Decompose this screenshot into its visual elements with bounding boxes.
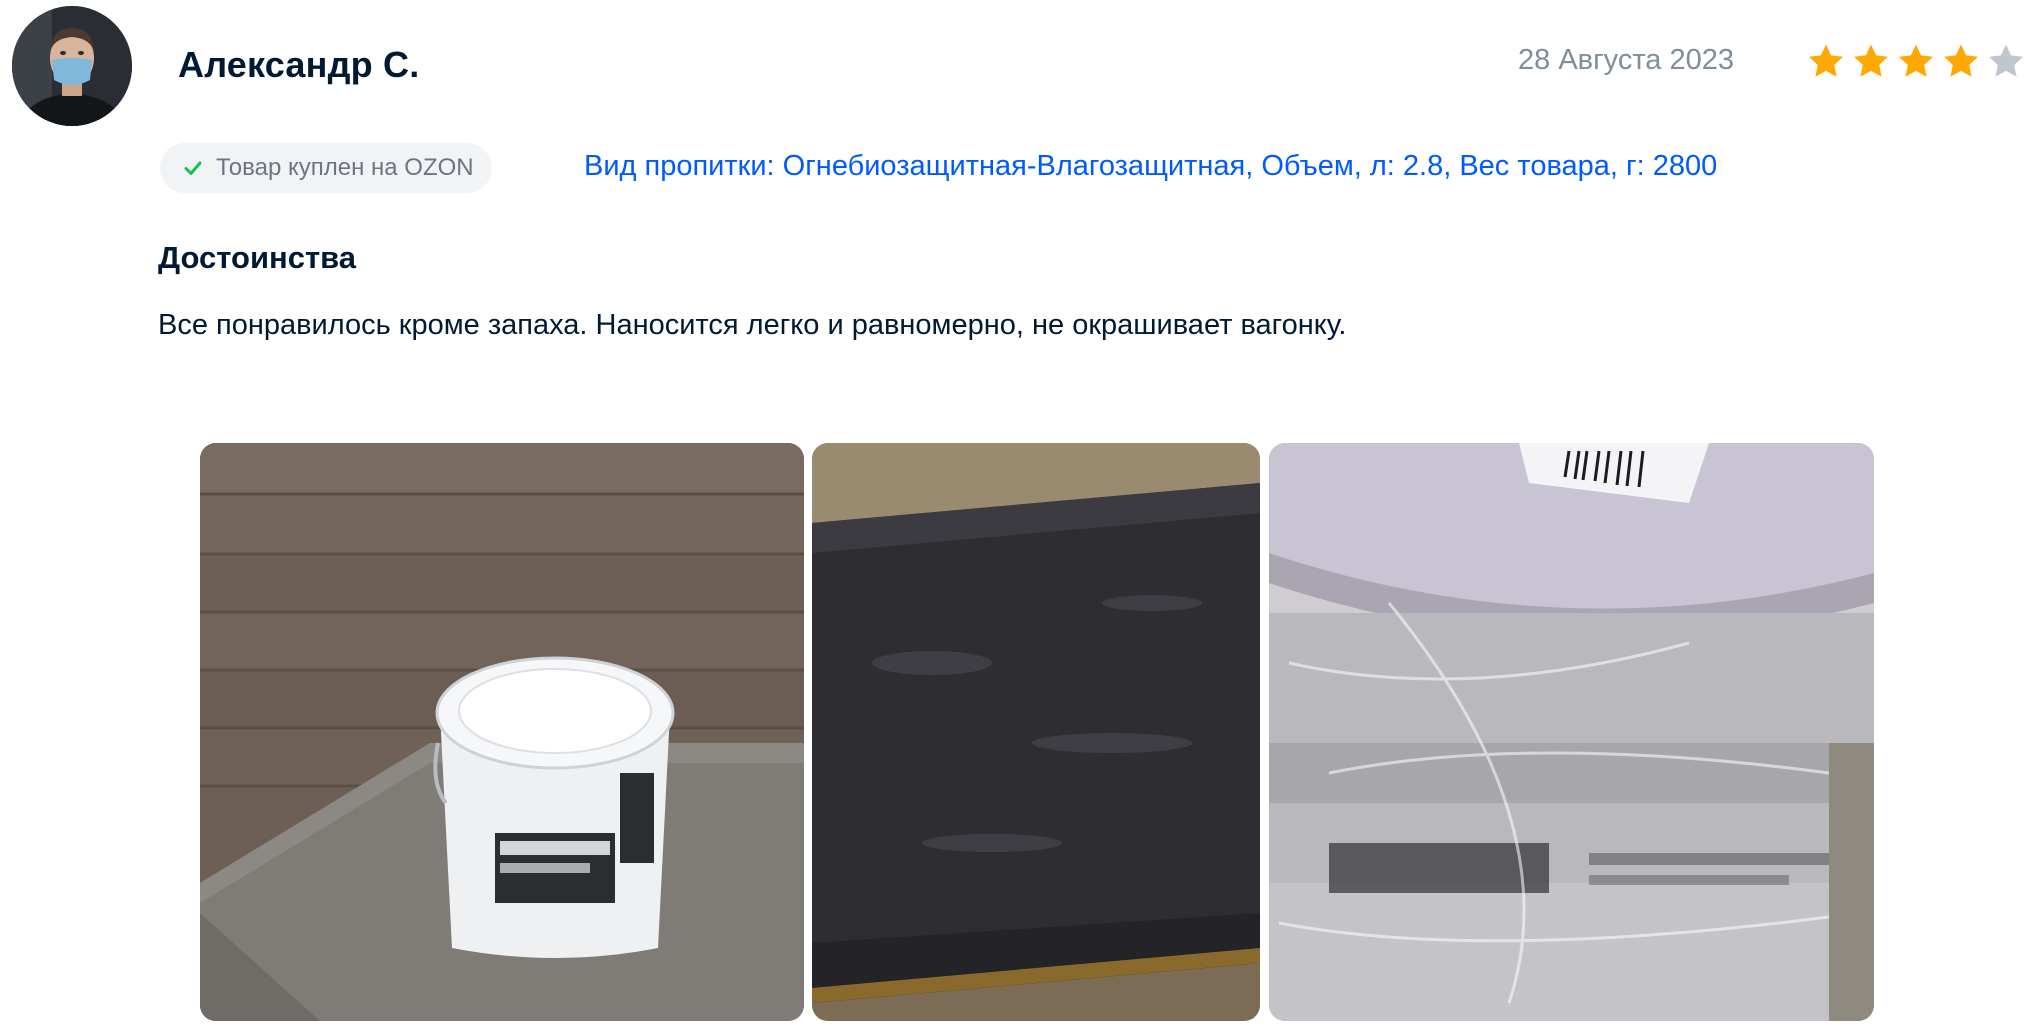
review-photo-2[interactable] bbox=[812, 443, 1260, 1021]
product-variant-link[interactable]: Вид пропитки: Огнебиозащитная-Влагозащит… bbox=[584, 150, 1717, 183]
review-photo-3[interactable] bbox=[1269, 443, 1874, 1021]
pros-title: Достоинства bbox=[158, 240, 357, 275]
user-avatar-image bbox=[12, 6, 132, 126]
star-filled-icon bbox=[1944, 44, 1978, 77]
review-date: 28 Августа 2023 bbox=[1518, 44, 1734, 76]
author-name: Александр С. bbox=[178, 44, 420, 85]
star-filled-icon bbox=[1854, 44, 1888, 77]
verified-purchase-badge: Товар куплен на OZON bbox=[160, 143, 492, 193]
verified-purchase-label: Товар куплен на OZON bbox=[216, 154, 474, 181]
review-photo-1[interactable] bbox=[200, 443, 804, 1021]
star-filled-icon bbox=[1899, 44, 1933, 77]
pros-text: Все понравилось кроме запаха. Наносится … bbox=[158, 309, 1347, 341]
star-empty-icon bbox=[1989, 44, 2023, 77]
star-filled-icon bbox=[1809, 44, 1843, 77]
avatar bbox=[12, 6, 132, 126]
check-icon bbox=[184, 161, 202, 175]
rating-stars bbox=[1806, 42, 2026, 82]
